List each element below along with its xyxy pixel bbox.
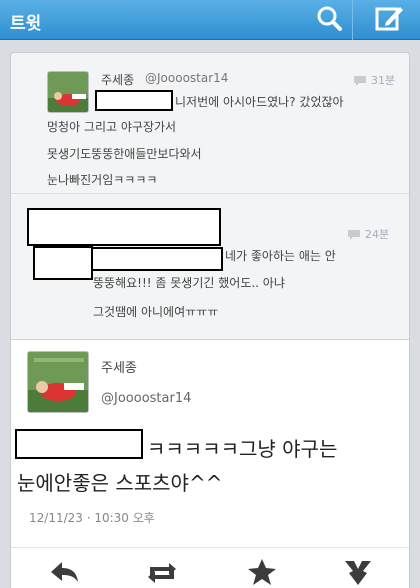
search-icon[interactable] — [312, 2, 346, 36]
reply-text-line: 그것땜에 아니에여ㅠㅠㅠ — [93, 305, 219, 319]
avatar[interactable] — [27, 351, 89, 413]
more-icon[interactable] — [341, 557, 375, 587]
reply-icon[interactable] — [47, 557, 81, 587]
reply-divider — [11, 193, 409, 194]
header-divider — [352, 0, 353, 40]
speech-bubble-icon — [347, 226, 361, 245]
reply-text-line: 눈나빠진거임ㅋㅋㅋㅋ — [47, 173, 158, 187]
redacted-mention — [15, 429, 143, 459]
redacted-mention — [95, 90, 173, 111]
tweet-card: 주세종 @Joooostar14 31분 니저번에 아시아드였나? 갔었잖아 멍… — [10, 52, 410, 588]
reply-text-line: 네가 좋아하는 애는 안 — [225, 249, 336, 263]
tweet-timestamp: 12/11/23 · 10:30 오후 — [29, 511, 155, 525]
top-bar: 트윗 — [0, 0, 420, 40]
reply-time: 24분 — [365, 228, 390, 241]
redacted-mention — [91, 247, 223, 271]
retweet-icon[interactable] — [145, 557, 179, 587]
action-divider — [11, 547, 409, 548]
compose-icon[interactable] — [372, 2, 406, 36]
avatar[interactable] — [47, 71, 89, 113]
reply-text-line: 니저번에 아시아드였나? 갔었잖아 — [175, 95, 344, 109]
reply-text-line: 멍청아 그리고 야구장가서 — [47, 120, 177, 134]
author-name[interactable]: 주세종 — [101, 357, 137, 376]
tweet-text-line: ㅋㅋㅋㅋㅋ그냥 야구는 — [147, 437, 338, 461]
page-title: 트윗 — [10, 14, 42, 34]
speech-bubble-icon — [353, 72, 367, 91]
replies-area: 주세종 @Joooostar14 31분 니저번에 아시아드였나? 갔었잖아 멍… — [11, 53, 409, 340]
tweet-text-line: 눈에안좋은 스포츠야^^ — [17, 471, 223, 495]
reply-text-line: 뚱뚱해요!!! 좀 못생기긴 했어도.. 아냐 — [93, 276, 285, 290]
redacted-avatar — [33, 246, 93, 280]
reply-author-handle[interactable]: @Joooostar14 — [145, 71, 228, 85]
reply-time: 31분 — [371, 74, 396, 87]
redacted-author — [27, 208, 221, 246]
reply-text-line: 못생기도뚱뚱한애들만보다와서 — [47, 147, 202, 161]
favorite-icon[interactable] — [245, 557, 279, 587]
author-handle[interactable]: @Joooostar14 — [101, 391, 191, 406]
reply-author-name[interactable]: 주세종 — [101, 71, 134, 88]
